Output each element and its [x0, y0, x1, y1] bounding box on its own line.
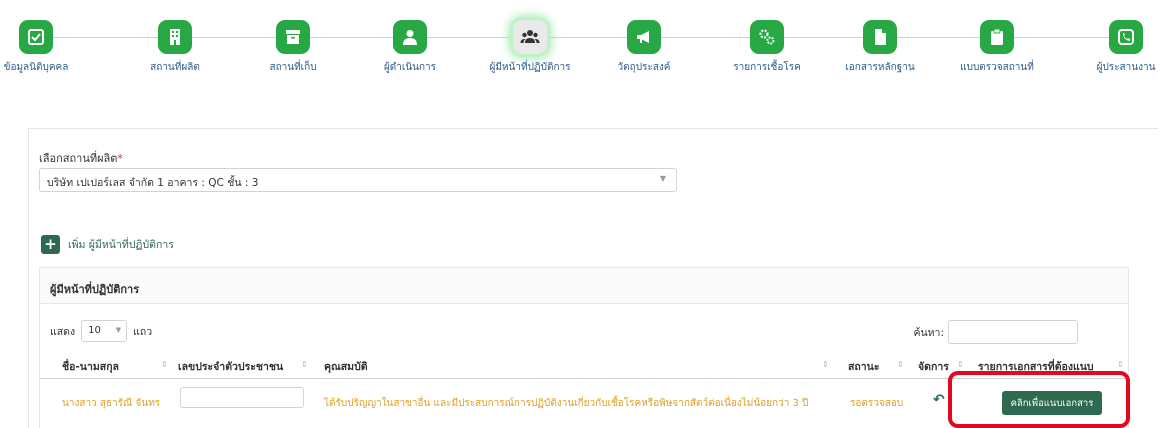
column-header-national-id[interactable]: เลขประจำตัวประชาชน — [178, 358, 283, 375]
sort-icon[interactable]: ⇕ — [161, 360, 168, 369]
panel-title: ผู้มีหน้าที่ปฏิบัติการ — [40, 268, 1128, 304]
step-label: ผู้มีหน้าที่ปฏิบัติการ — [489, 62, 571, 73]
length-prefix: แสดง — [50, 325, 76, 338]
step-label: แบบตรวจสถานที่ — [960, 62, 1034, 73]
step-label: ผู้ดำเนินการ — [383, 62, 437, 73]
length-suffix: แถว — [133, 325, 153, 338]
step-label: สถานที่เก็บ — [269, 62, 317, 73]
sort-icon[interactable]: ⇕ — [957, 360, 964, 369]
row-name: นางสาว สุธารัณี จันทร — [62, 398, 161, 409]
step-label: รายการเชื้อโรค — [733, 62, 801, 73]
step-responsible-staff[interactable]: ผู้มีหน้าที่ปฏิบัติการ — [470, 20, 590, 75]
required-mark: * — [117, 152, 123, 165]
step-coordinator[interactable]: ผู้ประสานงาน — [1066, 20, 1161, 75]
megaphone-icon — [627, 20, 661, 54]
step-label: เอกสารหลักฐาน — [845, 62, 915, 73]
add-staff-label[interactable]: เพิ่ม ผู้มีหน้าที่ปฏิบัติการ — [68, 236, 174, 253]
label-text: เลือกสถานที่ผลิต — [39, 152, 118, 165]
step-evidence-docs[interactable]: เอกสารหลักฐาน — [820, 20, 940, 75]
document-icon — [863, 20, 897, 54]
sort-icon[interactable]: ⇕ — [301, 360, 308, 369]
building-icon — [158, 20, 192, 54]
progress-stepper: ข้อมูลนิติบุคคล สถานที่ผลิต สถานที่เก็บ … — [0, 0, 1161, 110]
row-status: รอตรวจสอบ — [850, 398, 904, 409]
column-header-action[interactable]: จัดการ — [918, 358, 949, 375]
add-staff-link[interactable]: + เพิ่ม ผู้มีหน้าที่ปฏิบัติการ — [41, 235, 174, 254]
national-id-input[interactable] — [180, 387, 304, 408]
page-length-control: แสดง 10 ▼ แถว — [50, 320, 152, 342]
user-icon — [393, 20, 427, 54]
step-storage-site[interactable]: สถานที่เก็บ — [233, 20, 353, 75]
gears-icon — [750, 20, 784, 54]
column-header-qualification[interactable]: คุณสมบัติ — [324, 358, 368, 375]
checkbox-icon — [19, 20, 53, 54]
production-site-label: เลือกสถานที่ผลิต* — [39, 149, 123, 167]
users-group-icon — [513, 20, 547, 54]
step-site-inspection-form[interactable]: แบบตรวจสถานที่ — [937, 20, 1057, 75]
caret-down-icon: ▼ — [115, 326, 122, 334]
column-header-status[interactable]: สถานะ — [848, 358, 879, 375]
step-label: วัตถุประสงค์ — [617, 62, 671, 73]
sort-icon[interactable]: ⇕ — [822, 360, 829, 369]
row-qualification: ได้รับปริญญาในสาขาอื่น และมีประสบการณ์กา… — [324, 398, 809, 409]
step-operator[interactable]: ผู้ดำเนินการ — [350, 20, 470, 75]
column-header-name[interactable]: ชื่อ-นามสกุล — [62, 358, 119, 375]
plus-icon[interactable]: + — [41, 235, 60, 254]
search-label: ค้นหา: — [913, 326, 944, 339]
undo-icon[interactable]: ↶ — [933, 392, 945, 408]
sort-icon[interactable]: ⇕ — [1117, 360, 1124, 369]
table-search: ค้นหา: — [913, 320, 1078, 344]
page-length-select[interactable]: 10 ▼ — [81, 320, 128, 342]
step-juristic-info[interactable]: ข้อมูลนิติบุคคล — [0, 20, 96, 75]
highlight-annotation-box — [948, 371, 1130, 428]
sort-icon[interactable]: ⇕ — [897, 360, 904, 369]
search-input[interactable] — [948, 320, 1078, 344]
step-label: สถานที่ผลิต — [150, 62, 200, 73]
clipboard-icon — [980, 20, 1014, 54]
step-label: ข้อมูลนิติบุคคล — [3, 62, 69, 73]
step-production-site[interactable]: สถานที่ผลิต — [115, 20, 235, 75]
step-label: ผู้ประสานงาน — [1096, 62, 1156, 73]
step-pathogen-list[interactable]: รายการเชื้อโรค — [707, 20, 827, 75]
select-value: บริษัท เปเปอร์เลส จำกัด 1 อาคาร : QC ชั้… — [47, 177, 259, 189]
caret-down-icon: ▼ — [659, 174, 666, 183]
production-site-select[interactable]: บริษัท เปเปอร์เลส จำกัด 1 อาคาร : QC ชั้… — [39, 168, 677, 192]
step-purpose[interactable]: วัตถุประสงค์ — [584, 20, 704, 75]
phone-icon — [1109, 20, 1143, 54]
archive-box-icon — [276, 20, 310, 54]
length-value: 10 — [88, 325, 101, 336]
